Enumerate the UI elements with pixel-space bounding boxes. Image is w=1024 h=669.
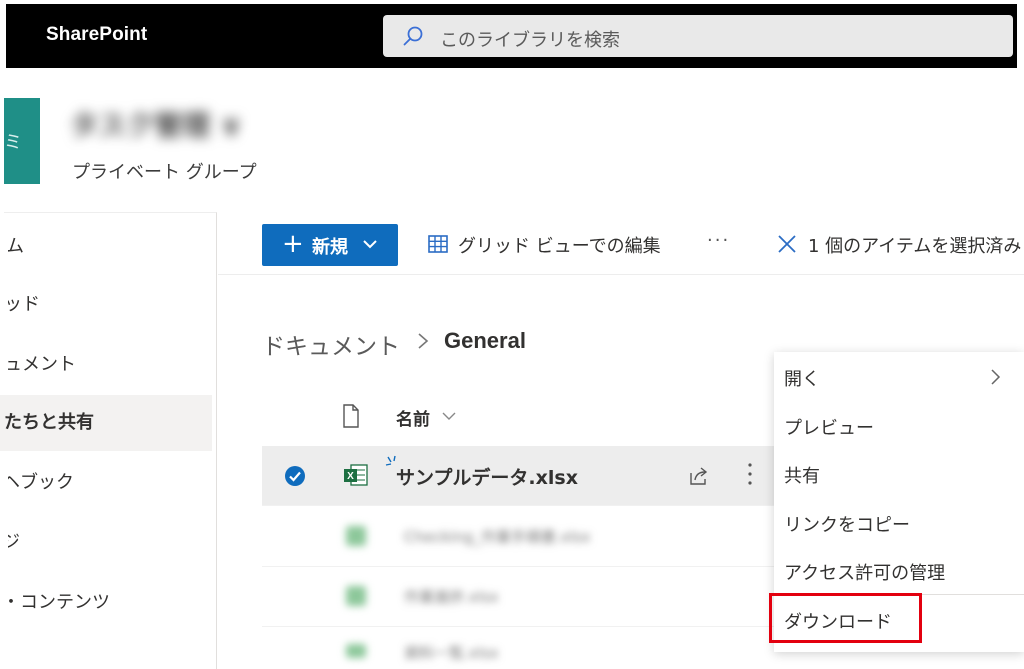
chevron-down-icon xyxy=(363,240,377,249)
divider xyxy=(218,274,1024,275)
chevron-right-icon xyxy=(991,369,1001,385)
new-button[interactable]: + 新規 xyxy=(262,224,398,266)
menu-item-label: アクセス許可の管理 xyxy=(784,563,946,584)
plus-icon: + xyxy=(282,229,304,259)
menu-item-open[interactable]: 開く xyxy=(774,352,1024,400)
nav-item[interactable]: ュメント xyxy=(8,337,220,393)
menu-item-label: リンクをコピー xyxy=(784,515,910,536)
excel-icon xyxy=(346,526,366,546)
menu-item-preview[interactable]: プレビュー xyxy=(774,401,1024,449)
app-brand[interactable]: SharePoint xyxy=(46,24,147,46)
excel-icon xyxy=(346,586,366,606)
nav-item[interactable]: ・コンテンツ xyxy=(8,575,220,631)
nav-item-label: たちと共有 xyxy=(4,412,94,433)
menu-item-manage-access[interactable]: アクセス許可の管理 xyxy=(774,546,1024,594)
excel-icon: X xyxy=(344,464,368,486)
share-icon[interactable] xyxy=(688,465,710,487)
nav-item[interactable]: ジ xyxy=(8,515,220,571)
file-name-link[interactable]: サンプルデータ.xlsx xyxy=(396,463,578,490)
divider xyxy=(262,626,774,627)
nav-item-label: ム xyxy=(8,236,24,257)
file-name-link[interactable]: 作業進捗.xlsx xyxy=(404,586,499,607)
selection-count: 1 個のアイテムを選択済み xyxy=(808,236,1022,257)
nav-item-label: ジ xyxy=(8,532,20,553)
nav-item-label: ッド xyxy=(8,294,40,315)
nav-item[interactable]: ヘブック xyxy=(8,455,220,511)
annotation-highlight-box xyxy=(769,593,922,643)
close-icon[interactable] xyxy=(776,233,798,255)
document-icon xyxy=(343,404,359,428)
more-icon[interactable]: ··· xyxy=(707,230,730,251)
site-title[interactable]: タスク管理 ∨ xyxy=(70,104,243,144)
file-name-link[interactable]: Checking_作業手順書.xlsx xyxy=(404,526,590,547)
check-circle-icon[interactable] xyxy=(284,465,306,487)
nav-item-label: ュメント xyxy=(8,354,76,375)
divider xyxy=(262,505,774,506)
more-vertical-icon[interactable] xyxy=(747,461,753,487)
file-name-link[interactable]: 資料一覧.xlsx xyxy=(404,642,499,663)
excel-icon xyxy=(346,644,366,658)
grid-edit-button[interactable]: グリッド ビューでの編集 xyxy=(458,232,661,258)
nav-item[interactable]: ッド xyxy=(8,277,220,333)
column-header-name[interactable]: 名前 xyxy=(396,405,430,430)
divider xyxy=(262,566,774,567)
nav-item-shared[interactable]: たちと共有 xyxy=(0,395,212,451)
nav-item[interactable]: ム xyxy=(8,219,220,275)
nav-item-label: ・コンテンツ xyxy=(8,592,110,613)
search-placeholder[interactable]: このライブラリを検索 xyxy=(440,26,620,52)
grid-icon xyxy=(428,235,448,253)
site-subtitle: プライベート グループ xyxy=(72,162,257,183)
menu-item-copy-link[interactable]: リンクをコピー xyxy=(774,498,1024,546)
breadcrumb-parent[interactable]: ドキュメント xyxy=(262,327,400,361)
left-navigation: ム ッド ュメント たちと共有 ヘブック ジ ・コンテンツ xyxy=(0,212,220,669)
search-icon xyxy=(403,26,423,46)
menu-item-label: 共有 xyxy=(784,466,820,487)
nav-item-label: ヘブック xyxy=(8,472,74,493)
svg-text:X: X xyxy=(347,471,354,482)
menu-item-label: プレビュー xyxy=(784,418,874,439)
menu-item-label: 開く xyxy=(784,369,820,390)
chevron-right-icon xyxy=(418,333,429,349)
chevron-down-icon[interactable] xyxy=(441,409,457,423)
new-button-label: 新規 xyxy=(312,237,348,258)
menu-item-share[interactable]: 共有 xyxy=(774,449,1024,497)
site-logo-letter: ミ xyxy=(4,132,22,153)
breadcrumb-current: General xyxy=(444,328,526,353)
